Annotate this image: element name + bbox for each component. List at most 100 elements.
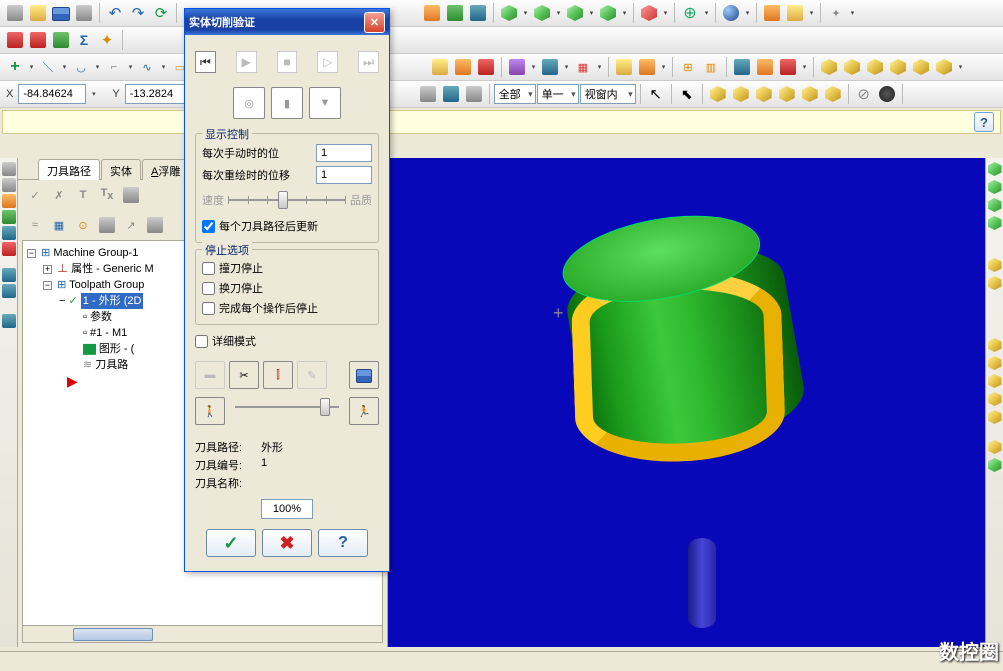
help-button-dlg[interactable]: ? xyxy=(318,529,368,557)
tb-cb4[interactable] xyxy=(776,83,798,105)
help-button[interactable]: ? xyxy=(974,112,994,132)
tb-m1[interactable] xyxy=(731,56,753,78)
tb-plus[interactable]: + xyxy=(4,56,26,78)
tb-s3[interactable] xyxy=(475,56,497,78)
rs-7[interactable] xyxy=(988,338,1002,352)
tb-s2[interactable] xyxy=(452,56,474,78)
verbose-checkbox[interactable] xyxy=(195,335,208,348)
redraw-input[interactable] xyxy=(316,166,372,184)
tb-g2[interactable] xyxy=(636,56,658,78)
tt2-1[interactable]: ≈ xyxy=(24,214,46,236)
ls-4[interactable] xyxy=(2,210,16,224)
tb-r2-2[interactable] xyxy=(27,29,49,51)
combo-all[interactable]: 全部 xyxy=(494,84,536,104)
ok-button[interactable]: ✓ xyxy=(206,529,256,557)
tree-exp-1[interactable]: + xyxy=(43,265,52,274)
tb-cube1[interactable] xyxy=(498,2,520,24)
tree-n2[interactable]: Toolpath Group xyxy=(69,279,144,291)
tt2-4[interactable] xyxy=(96,214,118,236)
tb-c1[interactable] xyxy=(506,56,528,78)
tb-cube4[interactable] xyxy=(597,2,619,24)
rs-13[interactable] xyxy=(988,458,1002,472)
coord-y-input[interactable] xyxy=(125,84,193,104)
tab-toolpath[interactable]: 刀具路径 xyxy=(38,159,100,180)
tree-n6[interactable]: 图形 - ( xyxy=(99,343,134,355)
mode-btn-3[interactable]: ▼ xyxy=(309,87,341,119)
tb-y1[interactable] xyxy=(818,56,840,78)
tree-run-icon[interactable]: ▶ xyxy=(67,373,78,389)
tb-r4-c[interactable] xyxy=(463,83,485,105)
tool-btn-save[interactable] xyxy=(349,361,379,389)
manual-input[interactable] xyxy=(316,144,372,162)
rs-5[interactable] xyxy=(988,258,1002,272)
run-button[interactable]: 🏃 xyxy=(349,397,379,425)
tb-r4-a[interactable] xyxy=(417,83,439,105)
transport-play[interactable]: ▶ xyxy=(236,51,257,73)
tb-cb1[interactable] xyxy=(707,83,729,105)
tb-r2-3[interactable] xyxy=(50,29,72,51)
ls-1[interactable] xyxy=(2,162,16,176)
viewport-3d[interactable]: + xyxy=(388,158,985,647)
rs-10[interactable] xyxy=(988,392,1002,406)
tb-new[interactable] xyxy=(4,2,26,24)
rs-8[interactable] xyxy=(988,356,1002,370)
tb-y6[interactable] xyxy=(933,56,955,78)
tb-m3[interactable] xyxy=(777,56,799,78)
tt2-5[interactable]: ↗ xyxy=(120,214,142,236)
collide-checkbox[interactable] xyxy=(202,262,215,275)
tree-exp-root[interactable]: − xyxy=(27,249,36,258)
tb-undo[interactable]: ↶ xyxy=(104,2,126,24)
tree-exp-2[interactable]: − xyxy=(43,281,52,290)
tb-g1[interactable] xyxy=(613,56,635,78)
tb-wand[interactable]: ✦ xyxy=(825,2,847,24)
tb-redo[interactable]: ↷ xyxy=(127,2,149,24)
tb-m2[interactable] xyxy=(754,56,776,78)
ls-8[interactable] xyxy=(2,284,16,298)
tb-wheel[interactable]: ⊕ xyxy=(679,2,701,24)
tab-solid[interactable]: 实体 xyxy=(101,159,141,180)
tb-grid[interactable]: ▦ xyxy=(572,56,594,78)
tree-n7[interactable]: 刀具路 xyxy=(95,359,128,371)
tt2-2[interactable]: ▦ xyxy=(48,214,70,236)
tb-c2[interactable] xyxy=(539,56,561,78)
tb-cb2[interactable] xyxy=(730,83,752,105)
tool-btn-chart[interactable]: ⫿ xyxy=(263,361,293,389)
tt2-3[interactable]: ⊙ xyxy=(72,214,94,236)
transport-stop[interactable]: ■ xyxy=(277,51,298,73)
tool-btn-scissors[interactable]: ✂ xyxy=(229,361,259,389)
tb-y2[interactable] xyxy=(841,56,863,78)
tt-2[interactable]: ✗ xyxy=(48,184,70,206)
rs-2[interactable] xyxy=(988,180,1002,194)
afterop-checkbox[interactable] xyxy=(202,302,215,315)
tb-pencil[interactable] xyxy=(421,2,443,24)
tb-y4[interactable] xyxy=(887,56,909,78)
ls-5[interactable] xyxy=(2,226,16,240)
tb-r2-1[interactable] xyxy=(4,29,26,51)
transport-ff[interactable]: ⏭ xyxy=(358,51,379,73)
tt-4[interactable]: Tx xyxy=(96,184,118,206)
tb-cb5[interactable] xyxy=(799,83,821,105)
tool-btn-4[interactable]: ✎ xyxy=(297,361,327,389)
tb-draw1[interactable] xyxy=(761,2,783,24)
tree-exp-3[interactable]: − xyxy=(59,295,65,307)
tt-5[interactable] xyxy=(120,184,142,206)
tb-open[interactable] xyxy=(27,2,49,24)
tool-btn-1[interactable]: ▬ xyxy=(195,361,225,389)
rs-9[interactable] xyxy=(988,374,1002,388)
toolchange-checkbox[interactable] xyxy=(202,282,215,295)
coord-x-input[interactable] xyxy=(18,84,86,104)
tb-line[interactable]: ＼ xyxy=(37,56,59,78)
rs-12[interactable] xyxy=(988,440,1002,454)
rs-11[interactable] xyxy=(988,410,1002,424)
ls-2[interactable] xyxy=(2,178,16,192)
tb-pointer[interactable]: ⬉ xyxy=(676,83,698,105)
tb-pencil2[interactable] xyxy=(444,2,466,24)
tb-forbid[interactable]: ⊘ xyxy=(853,83,875,105)
tb-cb6[interactable] xyxy=(822,83,844,105)
rs-1[interactable] xyxy=(988,162,1002,176)
rs-4[interactable] xyxy=(988,216,1002,230)
rs-3[interactable] xyxy=(988,198,1002,212)
mode-btn-2[interactable]: ▮ xyxy=(271,87,303,119)
tb-cube2[interactable] xyxy=(531,2,553,24)
tree-scroll-h[interactable] xyxy=(23,625,382,642)
